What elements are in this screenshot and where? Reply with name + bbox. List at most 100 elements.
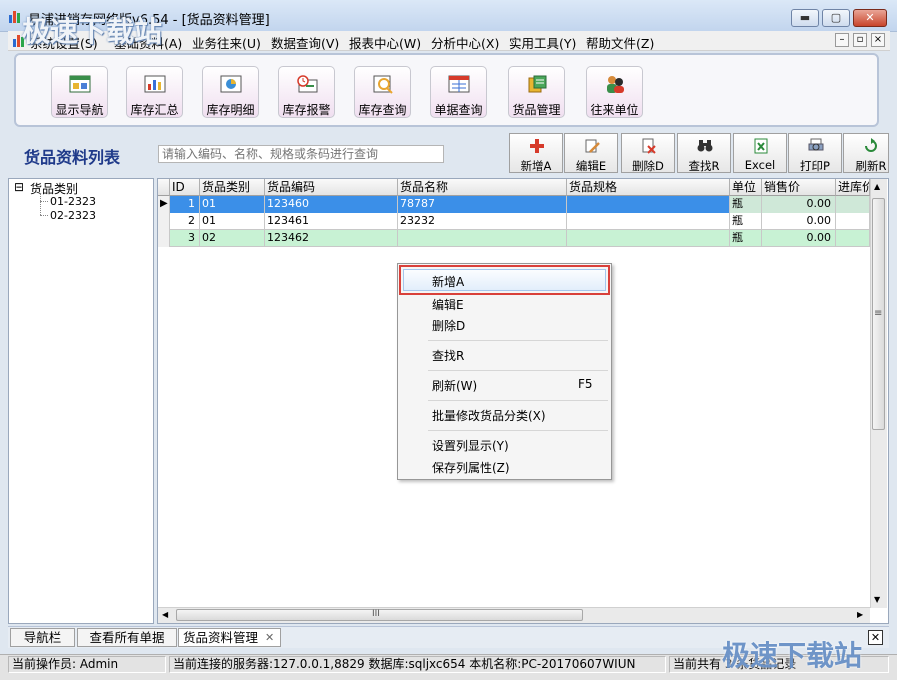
tree-item-02[interactable]: 02-2323 xyxy=(50,209,96,222)
column-header-unit[interactable]: 单位 xyxy=(730,179,762,196)
cell-sale-price[interactable]: 0.00 xyxy=(762,213,836,230)
tab-all-documents[interactable]: 查看所有单据 xyxy=(77,628,177,647)
table-row[interactable]: ▶ 1 01 123460 78787 瓶 0.00 xyxy=(158,196,870,213)
print-button[interactable]: 打印P xyxy=(788,133,842,173)
scroll-up-icon[interactable]: ▲ xyxy=(874,182,880,191)
cell-category[interactable]: 01 xyxy=(200,196,265,213)
tab-close-icon[interactable]: ✕ xyxy=(265,629,274,646)
context-column-display-item[interactable]: 设置列显示(Y) xyxy=(432,437,509,454)
menu-report-center[interactable]: 报表中心(W) xyxy=(349,33,421,52)
excel-label: Excel xyxy=(744,158,776,172)
cell-id[interactable]: 2 xyxy=(170,213,200,230)
column-header-category[interactable]: 货品类别 xyxy=(200,179,265,196)
cell-purchase-price[interactable] xyxy=(836,213,870,230)
delete-button[interactable]: 删除D xyxy=(621,133,675,173)
cell-unit[interactable]: 瓶 xyxy=(730,213,762,230)
cell-purchase-price[interactable] xyxy=(836,230,870,247)
toolbar-label: 单据查询 xyxy=(434,103,483,117)
tab-goods-management[interactable]: 货品资料管理 ✕ xyxy=(178,628,281,647)
tree-item-01[interactable]: 01-2323 xyxy=(50,195,96,208)
maximize-button[interactable]: ▢ xyxy=(822,9,850,27)
cell-id[interactable]: 1 xyxy=(170,196,200,213)
cell-category[interactable]: 02 xyxy=(200,230,265,247)
cell-id[interactable]: 3 xyxy=(170,230,200,247)
cell-name[interactable]: 23232 xyxy=(398,213,567,230)
column-header-purchase-price[interactable]: 进库价 xyxy=(836,179,870,196)
context-find-item[interactable]: 查找R xyxy=(432,347,464,364)
context-separator xyxy=(428,430,608,431)
cell-category[interactable]: 01 xyxy=(200,213,265,230)
close-button[interactable]: ✕ xyxy=(853,9,887,27)
table-row[interactable]: 3 02 123462 瓶 0.00 xyxy=(158,230,870,247)
mdi-restore-button[interactable]: ▫ xyxy=(853,33,867,47)
mdi-close-button[interactable]: × xyxy=(871,33,885,47)
refresh-label: 刷新R xyxy=(855,159,887,173)
cell-code[interactable]: 123461 xyxy=(265,213,398,230)
context-batch-category-item[interactable]: 批量修改货品分类(X) xyxy=(432,407,546,424)
minimize-button[interactable]: ▬ xyxy=(791,9,819,27)
scroll-down-icon[interactable]: ▼ xyxy=(874,595,880,604)
refresh-button[interactable]: 刷新R xyxy=(843,133,889,173)
menu-tools[interactable]: 实用工具(Y) xyxy=(509,33,576,52)
cell-spec[interactable] xyxy=(567,213,730,230)
column-header-code[interactable]: 货品编码 xyxy=(265,179,398,196)
partners-icon xyxy=(607,76,624,93)
context-save-columns-item[interactable]: 保存列属性(Z) xyxy=(432,459,510,476)
toolbar-document-query-button[interactable]: 单据查询 xyxy=(430,66,487,118)
context-refresh-shortcut: F5 xyxy=(578,377,593,391)
toolbar-inventory-alarm-button[interactable]: 库存报警 xyxy=(278,66,335,118)
toolbar-label: 往来单位 xyxy=(590,103,639,117)
page-title: 货品资料列表 xyxy=(24,148,121,167)
excel-button[interactable]: Excel xyxy=(733,133,787,173)
tree-line xyxy=(40,215,48,216)
column-header-spec[interactable]: 货品规格 xyxy=(567,179,730,196)
cell-unit[interactable]: 瓶 xyxy=(730,230,762,247)
close-tab-icon[interactable]: ✕ xyxy=(868,630,883,645)
toolbar-inventory-query-button[interactable]: 库存查询 xyxy=(354,66,411,118)
cell-code[interactable]: 123460 xyxy=(265,196,398,213)
context-separator xyxy=(428,400,608,401)
context-edit-item[interactable]: 编辑E xyxy=(432,296,464,313)
cell-sale-price[interactable]: 0.00 xyxy=(762,196,836,213)
column-header-id[interactable]: ID xyxy=(170,179,200,196)
context-delete-item[interactable]: 删除D xyxy=(432,317,465,334)
mdi-minimize-button[interactable]: – xyxy=(835,33,849,47)
tree-line xyxy=(40,193,42,215)
binoculars-icon xyxy=(697,140,713,152)
menu-help[interactable]: 帮助文件(Z) xyxy=(586,33,654,52)
cell-name[interactable]: 78787 xyxy=(398,196,567,213)
cell-spec[interactable] xyxy=(567,196,730,213)
menu-analysis-center[interactable]: 分析中心(X) xyxy=(431,33,499,52)
context-menu-highlight-box xyxy=(399,265,610,295)
column-header-name[interactable]: 货品名称 xyxy=(398,179,567,196)
toolbar-inventory-detail-button[interactable]: 库存明细 xyxy=(202,66,259,118)
tab-navigation[interactable]: 导航栏 xyxy=(10,628,75,647)
context-refresh-item[interactable]: 刷新(W) xyxy=(432,377,477,394)
tree-toggle-icon[interactable]: ⊟ xyxy=(14,180,24,194)
find-button[interactable]: 查找R xyxy=(677,133,731,173)
print-label: 打印P xyxy=(800,159,830,173)
toolbar-show-navigation-button[interactable]: 显示导航 xyxy=(51,66,108,118)
table-row[interactable]: 2 01 123461 23232 瓶 0.00 xyxy=(158,213,870,230)
toolbar-label: 库存汇总 xyxy=(130,103,179,117)
cell-name[interactable] xyxy=(398,230,567,247)
column-header-sale-price[interactable]: 销售价 xyxy=(762,179,836,196)
search-input[interactable] xyxy=(158,145,444,163)
toolbar-inventory-summary-button[interactable]: 库存汇总 xyxy=(126,66,183,118)
cell-purchase-price[interactable] xyxy=(836,196,870,213)
context-add-item[interactable]: 新增A xyxy=(432,273,464,290)
cell-spec[interactable] xyxy=(567,230,730,247)
scroll-left-icon[interactable]: ◀ xyxy=(162,610,168,619)
cell-unit[interactable]: 瓶 xyxy=(730,196,762,213)
toolbar-partners-button[interactable]: 往来单位 xyxy=(586,66,643,118)
cell-code[interactable]: 123462 xyxy=(265,230,398,247)
menu-business[interactable]: 业务往来(U) xyxy=(192,33,261,52)
edit-button[interactable]: 编辑E xyxy=(564,133,618,173)
inventory-alarm-icon xyxy=(297,75,318,93)
excel-icon xyxy=(754,138,768,154)
add-button[interactable]: 新增A xyxy=(509,133,563,173)
cell-sale-price[interactable]: 0.00 xyxy=(762,230,836,247)
menu-data-query[interactable]: 数据查询(V) xyxy=(271,33,339,52)
toolbar-goods-management-button[interactable]: 货品管理 xyxy=(508,66,565,118)
scroll-right-icon[interactable]: ▶ xyxy=(857,610,863,619)
